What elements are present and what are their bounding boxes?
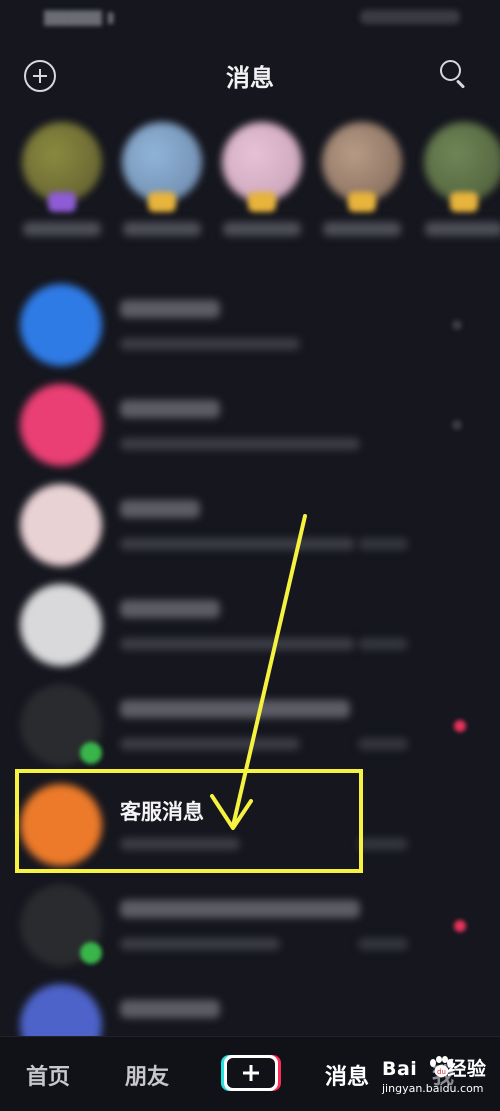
baidu-watermark: Bai 经验 du jingyan.baidu.com	[382, 1054, 494, 1106]
tab-messages[interactable]: 消息	[325, 1059, 369, 1091]
plus-icon	[227, 1058, 275, 1088]
pointer-arrow-icon	[210, 514, 307, 830]
tab-friends[interactable]: 朋友	[125, 1059, 169, 1091]
paw-icon: du	[430, 1056, 453, 1077]
publish-button[interactable]	[224, 1055, 278, 1091]
watermark-url: jingyan.baidu.com	[382, 1082, 484, 1095]
watermark-brand-left: Bai	[382, 1058, 418, 1080]
tab-home[interactable]: 首页	[26, 1059, 70, 1091]
svg-text:du: du	[437, 1068, 446, 1076]
